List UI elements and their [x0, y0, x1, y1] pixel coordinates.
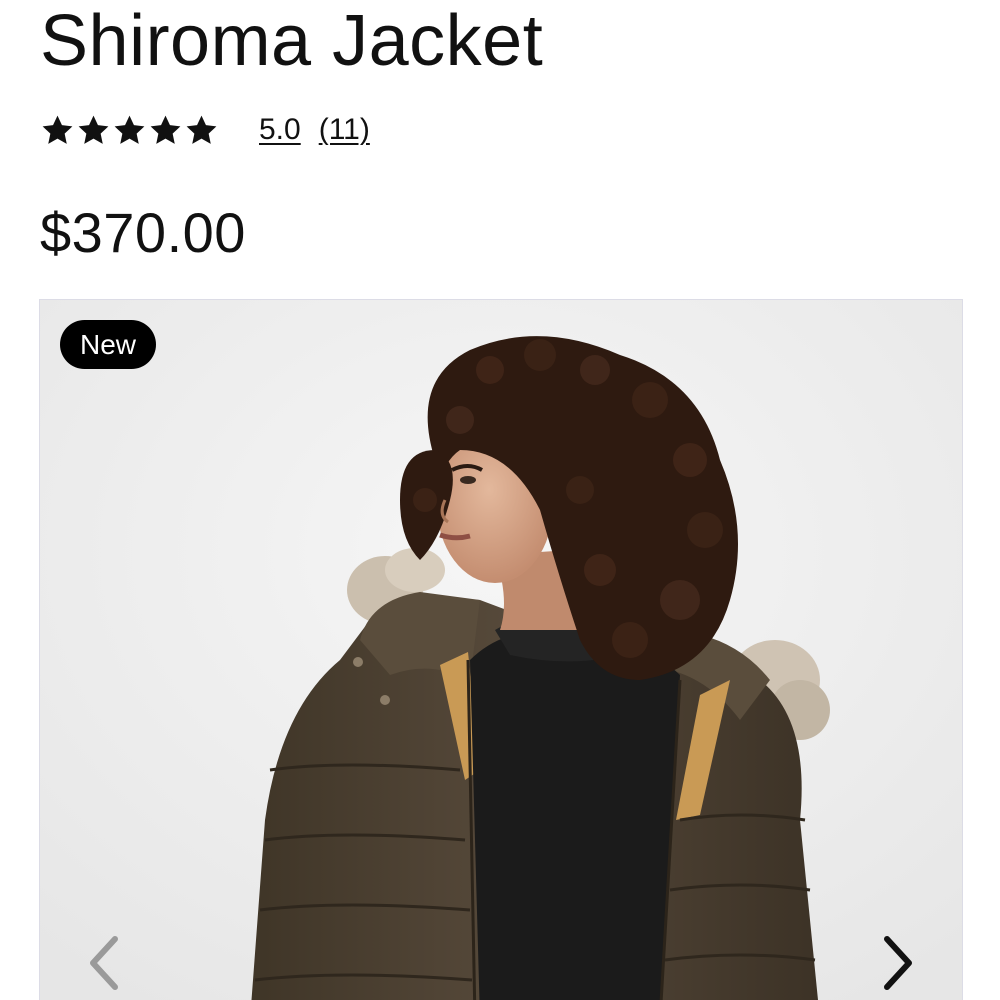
- rating-row: 5.0 (11): [40, 108, 370, 152]
- product-price: $370.00: [40, 201, 246, 264]
- review-count-link[interactable]: (11): [319, 113, 370, 147]
- product-title: Shiroma Jacket: [40, 1, 544, 81]
- star-rating[interactable]: [40, 113, 219, 148]
- rating-value-link[interactable]: 5.0: [259, 113, 301, 147]
- new-badge: New: [60, 320, 157, 369]
- next-image-button[interactable]: [872, 928, 922, 998]
- previous-image-button[interactable]: [80, 928, 130, 998]
- chevron-left-icon: [90, 936, 118, 990]
- star-icon: [78, 115, 109, 144]
- product-image-gallery[interactable]: New: [39, 299, 963, 1000]
- chevron-right-icon: [884, 936, 912, 990]
- product-page: Shiroma Jacket 5.0 (11) $370.00 New: [0, 0, 1000, 1000]
- star-icon: [150, 115, 181, 144]
- star-icon: [42, 115, 73, 144]
- star-icon: [186, 115, 217, 144]
- product-image: [40, 300, 962, 1000]
- star-icon: [114, 115, 145, 144]
